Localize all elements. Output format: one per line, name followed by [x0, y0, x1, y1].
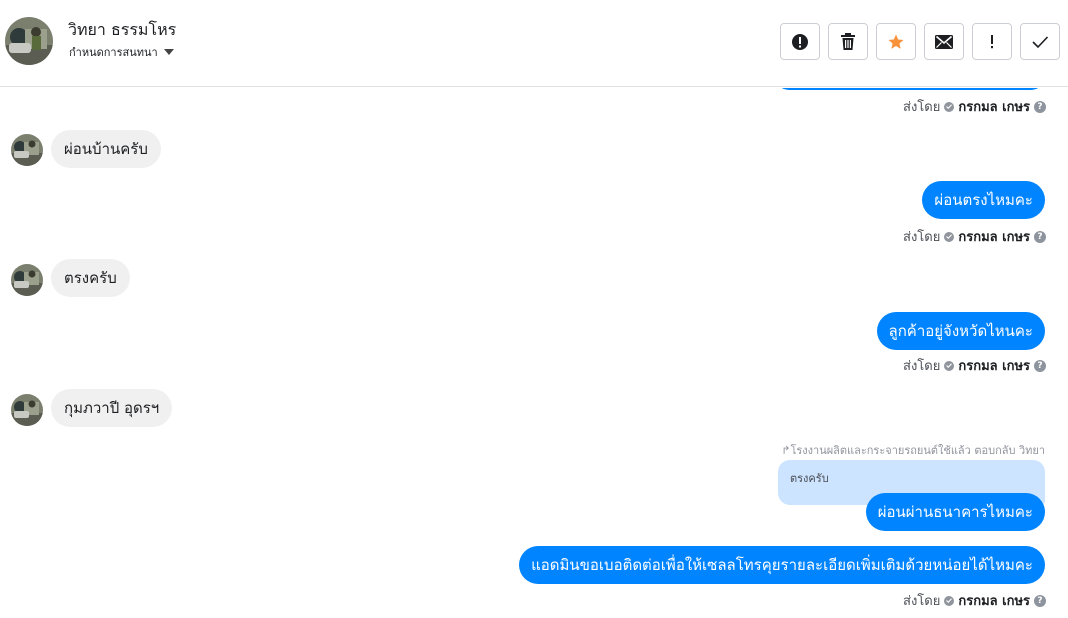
- check-icon: [944, 595, 955, 606]
- help-icon[interactable]: ?: [1034, 359, 1046, 372]
- sent-by-label: ส่งโดย กรกมล เกษร ?: [903, 355, 1046, 376]
- checkmark-icon: [1032, 35, 1049, 48]
- sent-by-prefix: ส่งโดย: [903, 594, 941, 609]
- message-bubble-outgoing[interactable]: ลูกค้าอยู่จังหวัดไหนคะ: [876, 312, 1045, 350]
- contact-name: วิทยา ธรรมโหร: [68, 20, 177, 39]
- message-bubble-incoming[interactable]: กุมภวาปี อุดรฯ: [51, 389, 173, 427]
- sent-by-name: กรกมล เกษร: [958, 230, 1030, 245]
- reply-context-note: ↱โรงงานผลิตและกระจายรถยนต์ใช้แล้ว ตอบกลั…: [781, 441, 1045, 459]
- envelope-icon: [935, 34, 953, 49]
- delete-button[interactable]: [828, 23, 868, 60]
- reply-context-text: โรงงานผลิตและกระจายรถยนต์ใช้แล้ว ตอบกลับ…: [790, 444, 1045, 457]
- exclamation-circle-icon: [792, 33, 808, 50]
- check-icon: [944, 101, 955, 112]
- message-bubble-outgoing-partial: [775, 88, 1045, 90]
- conversation-settings-dropdown[interactable]: กำหนดการสนทนา: [69, 43, 174, 61]
- star-button[interactable]: [876, 23, 916, 60]
- conversation-header: วิทยา ธรรมโหร กำหนดการสนทนา: [0, 0, 1068, 87]
- message-bubble-outgoing[interactable]: ผ่อนผ่านธนาคารไหมคะ: [865, 493, 1045, 531]
- follow-up-button[interactable]: [972, 23, 1012, 60]
- message-bubble-incoming[interactable]: ผ่อนบ้านครับ: [51, 130, 161, 168]
- mark-unread-button[interactable]: [924, 23, 964, 60]
- message-thread[interactable]: ส่งโดย กรกมล เกษร ? ผ่อนบ้านครับ ผ่อนตรง…: [0, 88, 1068, 618]
- contact-avatar-small[interactable]: [11, 134, 43, 166]
- mark-done-button[interactable]: [1020, 23, 1060, 60]
- sent-by-prefix: ส่งโดย: [903, 359, 941, 374]
- conversation-settings-label: กำหนดการสนทนา: [69, 46, 158, 59]
- help-icon[interactable]: ?: [1034, 594, 1046, 607]
- sent-by-prefix: ส่งโดย: [903, 230, 941, 245]
- help-icon[interactable]: ?: [1034, 230, 1046, 243]
- sent-by-name: กรกมล เกษร: [958, 594, 1030, 609]
- sent-by-label: ส่งโดย กรกมล เกษร ?: [903, 226, 1046, 247]
- exclamation-icon: [991, 34, 993, 48]
- help-icon[interactable]: ?: [1034, 100, 1046, 113]
- contact-avatar-small[interactable]: [11, 264, 43, 296]
- message-bubble-outgoing[interactable]: ผ่อนตรงไหมคะ: [922, 181, 1045, 219]
- message-bubble-incoming[interactable]: ตรงครับ: [51, 259, 130, 297]
- message-bubble-outgoing[interactable]: แอดมินขอเบอติดต่อเพื่อให้เซลลโทรคุยรายละ…: [519, 546, 1045, 584]
- star-icon: [888, 34, 904, 49]
- sent-by-label: ส่งโดย กรกมล เกษร ?: [903, 590, 1046, 611]
- sent-by-name: กรกมล เกษร: [958, 100, 1030, 115]
- sent-by-prefix: ส่งโดย: [903, 100, 941, 115]
- sent-by-name: กรกมล เกษร: [958, 359, 1030, 374]
- trash-icon: [841, 32, 855, 50]
- contact-avatar[interactable]: [5, 17, 53, 65]
- sent-by-label: ส่งโดย กรกมล เกษร ?: [903, 96, 1046, 117]
- contact-avatar-small[interactable]: [11, 394, 43, 426]
- caret-down-icon: [163, 49, 174, 55]
- check-icon: [944, 360, 955, 371]
- check-icon: [944, 231, 955, 242]
- spam-button[interactable]: [780, 23, 820, 60]
